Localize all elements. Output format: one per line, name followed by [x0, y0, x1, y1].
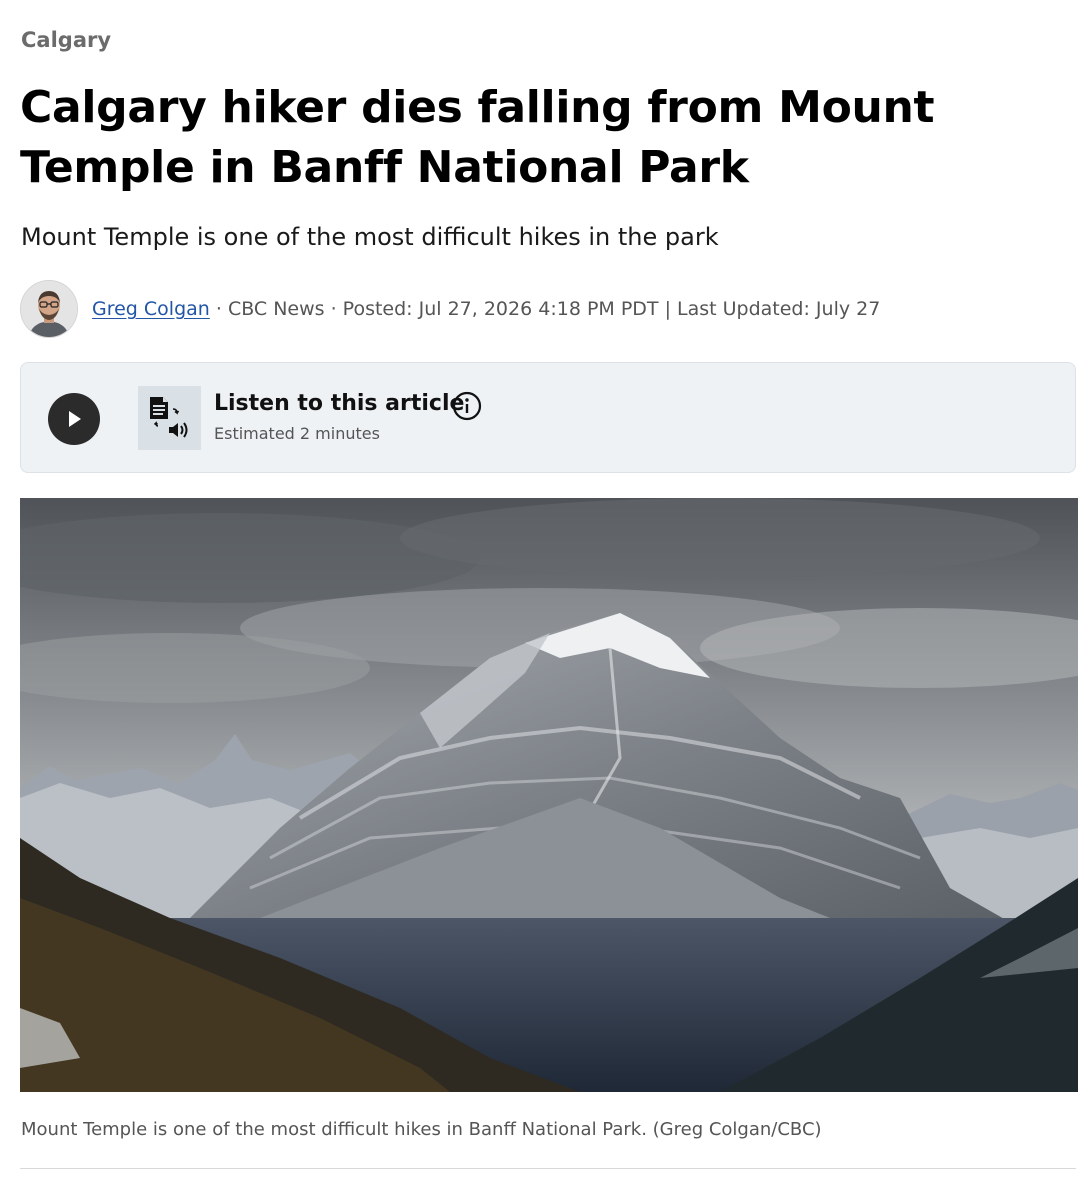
byline: Greg Colgan · CBC News · Posted: Jul 27,…	[20, 280, 880, 338]
listen-title: Listen to this article	[214, 391, 465, 416]
play-icon	[69, 411, 81, 427]
byline-text: Greg Colgan · CBC News · Posted: Jul 27,…	[92, 298, 880, 320]
article-headline: Calgary hiker dies falling from Mount Te…	[20, 82, 935, 193]
section-label[interactable]: Calgary	[21, 28, 111, 52]
author-link[interactable]: Greg Colgan	[92, 298, 210, 320]
divider	[20, 1168, 1076, 1169]
info-icon[interactable]	[452, 391, 482, 421]
text-to-speech-icon	[138, 386, 201, 450]
byline-meta: · CBC News · Posted: Jul 27, 2026 4:18 P…	[209, 298, 881, 320]
listen-duration: Estimated 2 minutes	[214, 424, 380, 443]
article-photo	[20, 498, 1078, 1092]
play-button[interactable]	[48, 393, 100, 445]
author-avatar[interactable]	[20, 280, 78, 338]
listen-panel: Listen to this article Estimated 2 minut…	[20, 362, 1076, 473]
photo-caption: Mount Temple is one of the most difficul…	[21, 1119, 822, 1140]
article-deck: Mount Temple is one of the most difficul…	[21, 223, 719, 251]
